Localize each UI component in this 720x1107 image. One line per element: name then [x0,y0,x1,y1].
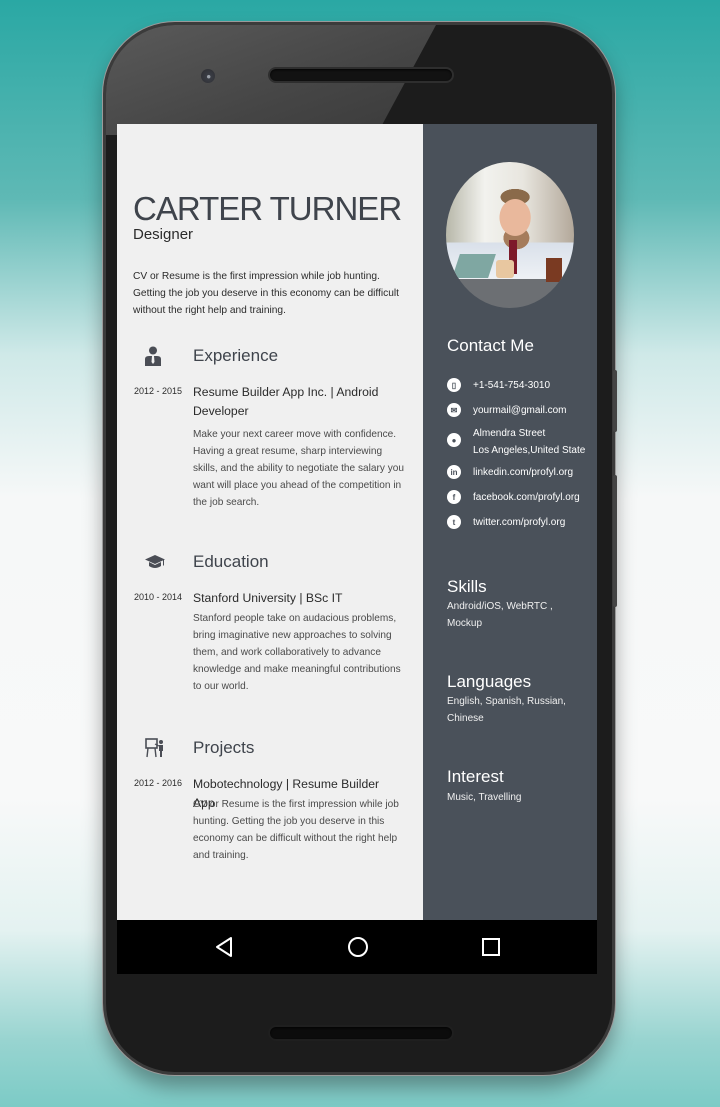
home-icon [348,937,368,957]
contact-email[interactable]: ✉ yourmail@gmail.com [447,402,597,419]
contact-linkedin[interactable]: in linkedin.com/profyl.org [447,464,597,481]
contact-facebook[interactable]: f facebook.com/profyl.org [447,489,597,506]
languages-text: English, Spanish, Russian, Chinese [447,696,566,724]
interest-text: Music, Travelling [447,792,522,803]
contact-phone[interactable]: ▯ +1-541-754-3010 [447,377,597,394]
experience-title: Experience [193,346,279,365]
resume-sidebar: Contact Me ▯ +1-541-754-3010 ✉ yourmail@… [423,124,597,920]
recents-button[interactable] [479,935,503,959]
graduation-cap-icon [145,554,165,574]
skills-title: Skills [447,577,487,596]
contact-title: Contact Me [447,336,534,355]
contact-email-text: yourmail@gmail.com [473,405,567,416]
app-screen: CARTER TURNER Designer CV or Resume is t… [117,124,597,974]
back-button[interactable] [212,935,236,959]
profile-photo [446,162,574,308]
languages-title: Languages [447,672,532,691]
education-entry-title: Stanford University | BSc IT [193,591,343,605]
location-pin-icon: ● [447,433,461,447]
projects-title: Projects [193,738,255,757]
contact-twitter[interactable]: t twitter.com/profyl.org [447,514,597,531]
contact-facebook-text: facebook.com/profyl.org [473,492,580,503]
contact-twitter-text: twitter.com/profyl.org [473,517,566,528]
resume-role: Designer [133,226,194,243]
experience-entry-title: Resume Builder App Inc. | Android Develo… [193,385,379,418]
presentation-board-icon [145,738,163,758]
experience-date: 2012 - 2015 [134,386,183,396]
person-tie-icon [145,346,163,366]
education-date: 2010 - 2014 [134,592,183,602]
earpiece-speaker [268,67,454,83]
interest-title: Interest [447,767,504,786]
resume-intro: CV or Resume is the first impression whi… [133,271,399,316]
projects-date: 2012 - 2016 [134,778,183,788]
back-icon [216,937,232,957]
linkedin-icon: in [447,465,461,479]
twitter-icon: t [447,515,461,529]
power-button[interactable] [613,370,617,432]
skills-text: Android/iOS, WebRTC , Mockup [447,601,553,629]
experience-description: Make your next career move with confiden… [193,429,404,508]
projects-description: CV or Resume is the first impression whi… [193,799,399,861]
home-button[interactable] [346,935,370,959]
recents-icon [482,938,500,956]
android-nav-bar [117,920,597,974]
bottom-speaker [268,1025,454,1041]
contact-linkedin-text: linkedin.com/profyl.org [473,467,574,478]
facebook-icon: f [447,490,461,504]
contact-address[interactable]: ● Almendra Street Los Angeles,United Sta… [447,425,597,459]
front-camera [201,69,215,83]
resume-main-column: CARTER TURNER Designer CV or Resume is t… [117,124,423,920]
volume-button[interactable] [613,475,617,607]
resume-name: CARTER TURNER [133,190,402,227]
education-title: Education [193,552,269,571]
contact-address-text: Almendra Street Los Angeles,United State [473,428,586,456]
email-icon: ✉ [447,403,461,417]
education-description: Stanford people take on audacious proble… [193,613,401,692]
contact-phone-text: +1-541-754-3010 [473,380,551,391]
phone-icon: ▯ [447,378,461,392]
